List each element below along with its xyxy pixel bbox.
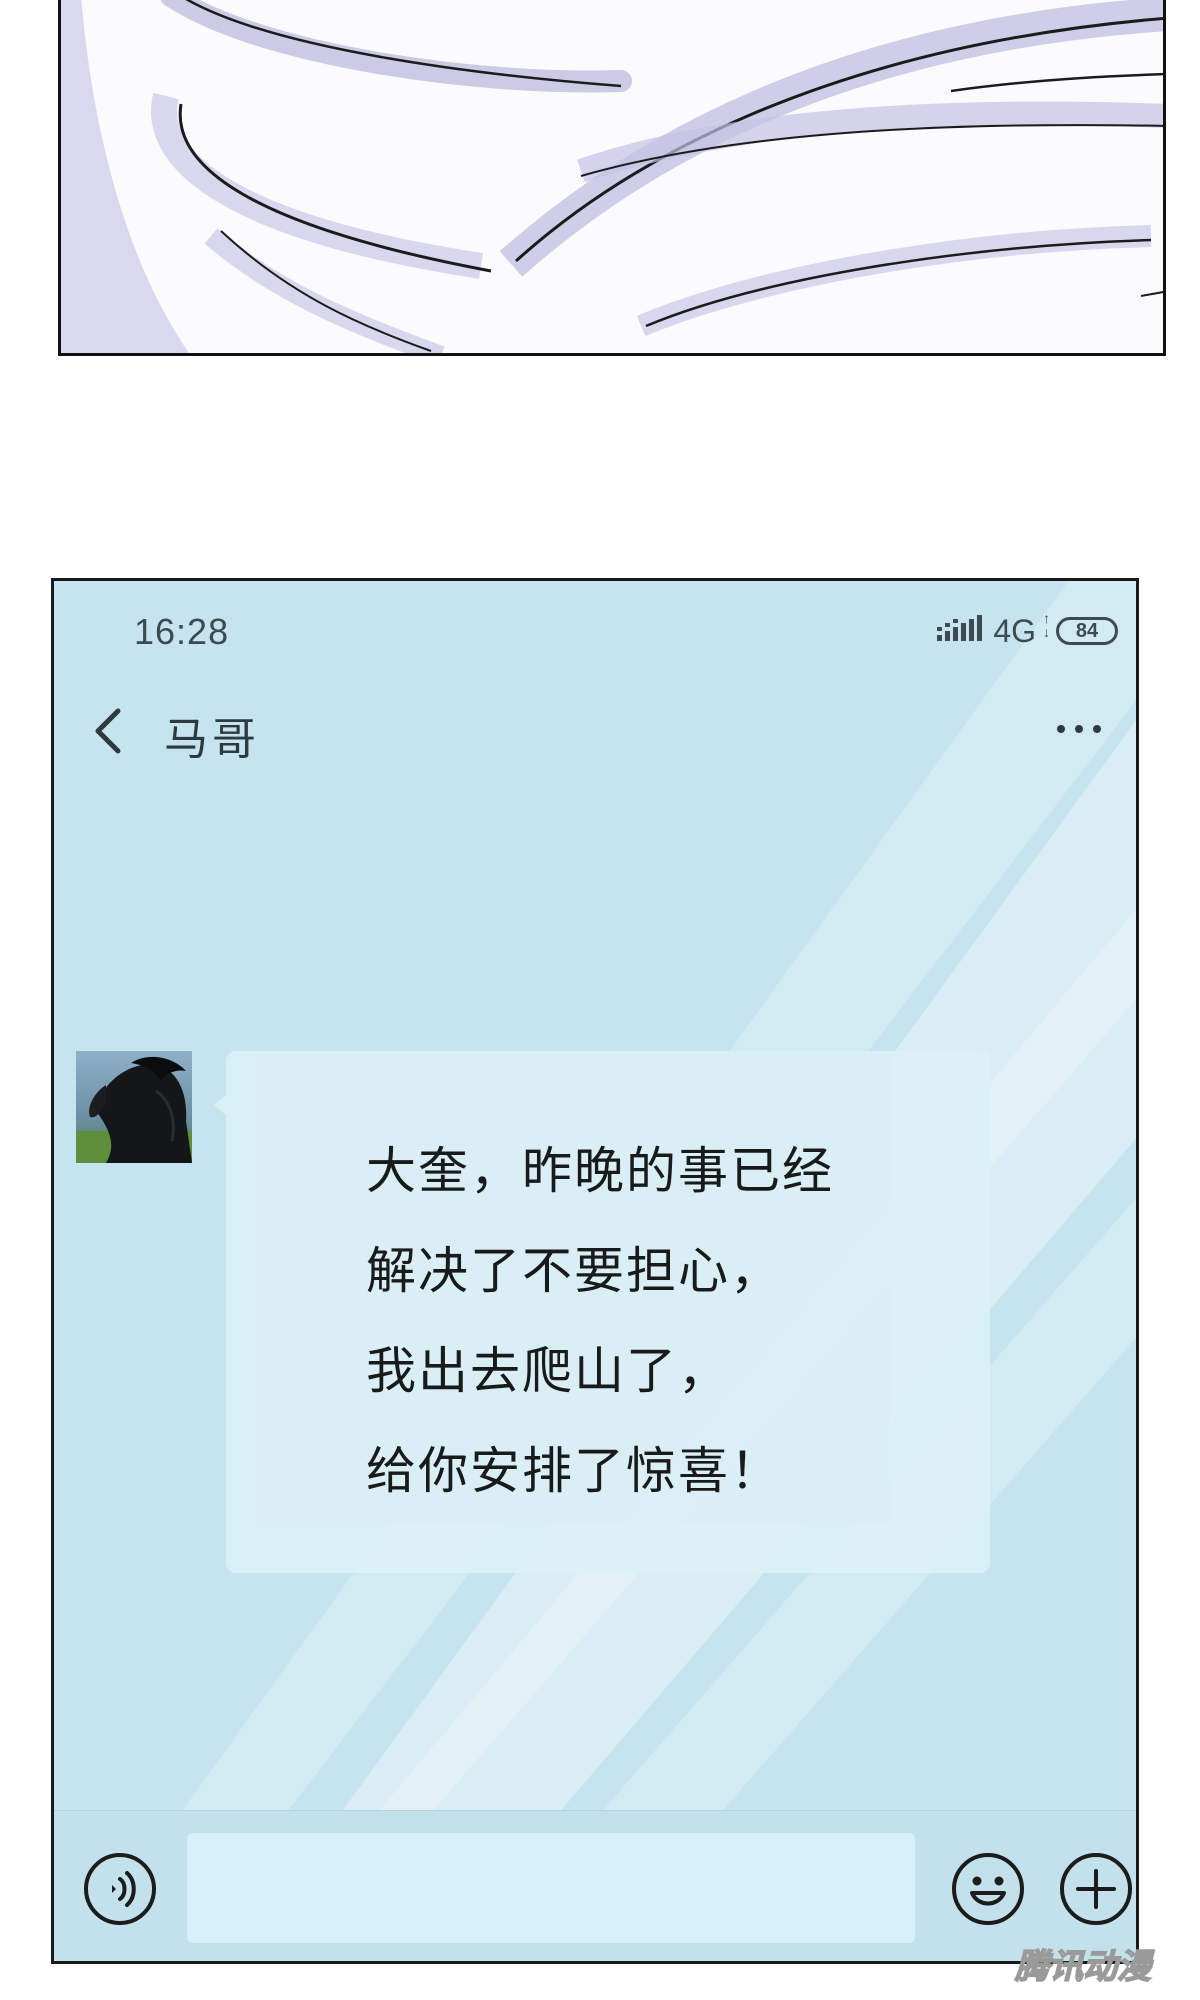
- message-bubble[interactable]: 大奎，昨晚的事已经 解决了不要担心， 我出去爬山了， 给你安排了惊喜！: [226, 1051, 990, 1573]
- message-line: 解决了不要担心，: [366, 1242, 782, 1300]
- emoji-button[interactable]: [950, 1851, 1026, 1927]
- network-type-text: 4G: [993, 612, 1036, 649]
- data-arrows-icon: ↑ ↓: [1043, 609, 1050, 640]
- comic-panel-fabric: [58, 0, 1166, 356]
- watermark-text: 腾讯动漫: [1014, 1947, 1155, 1987]
- status-bar: 16:28 4G ↑ ↓ 84: [54, 581, 1136, 671]
- message-line: 我出去爬山了，: [366, 1342, 730, 1400]
- watermark-logo: 腾讯动漫: [1013, 1946, 1155, 1988]
- battery-icon: 84: [1056, 617, 1118, 645]
- status-time: 16:28: [134, 611, 230, 652]
- voice-button[interactable]: [82, 1851, 158, 1927]
- avatar[interactable]: [76, 1051, 192, 1163]
- battery-level: 84: [1075, 619, 1099, 642]
- more-options-button[interactable]: [1044, 709, 1114, 749]
- network-type: 4G ↑ ↓: [993, 611, 1050, 650]
- message-line: 给你安排了惊喜！: [366, 1442, 782, 1500]
- horse-avatar-image: [76, 1051, 192, 1163]
- input-bar: [54, 1810, 1136, 1961]
- plus-icon: [1060, 1853, 1132, 1925]
- plus-button[interactable]: [1058, 1851, 1134, 1927]
- more-dots-icon: [1057, 725, 1101, 733]
- voice-icon: [84, 1853, 156, 1925]
- chevron-left-icon: [95, 708, 121, 754]
- contact-name: 马哥: [164, 714, 260, 765]
- status-indicators: 4G ↑ ↓ 84: [937, 611, 1118, 651]
- message-line: 大奎，昨晚的事已经: [366, 1142, 834, 1200]
- fabric-drawing: [61, 0, 1163, 353]
- phone-chat-screen: 16:28 4G ↑ ↓ 84 马哥 大奎，昨晚的事已经 解决了不要担心， 我出…: [51, 578, 1139, 1964]
- message-input[interactable]: [187, 1833, 915, 1943]
- message-text: 大奎，昨晚的事已经 解决了不要担心， 我出去爬山了， 给你安排了惊喜！: [366, 1121, 834, 1521]
- emoji-icon: [952, 1853, 1024, 1925]
- back-button[interactable]: [82, 699, 142, 763]
- chat-header: 马哥: [54, 691, 1136, 771]
- signal-bars-icon: [937, 615, 983, 641]
